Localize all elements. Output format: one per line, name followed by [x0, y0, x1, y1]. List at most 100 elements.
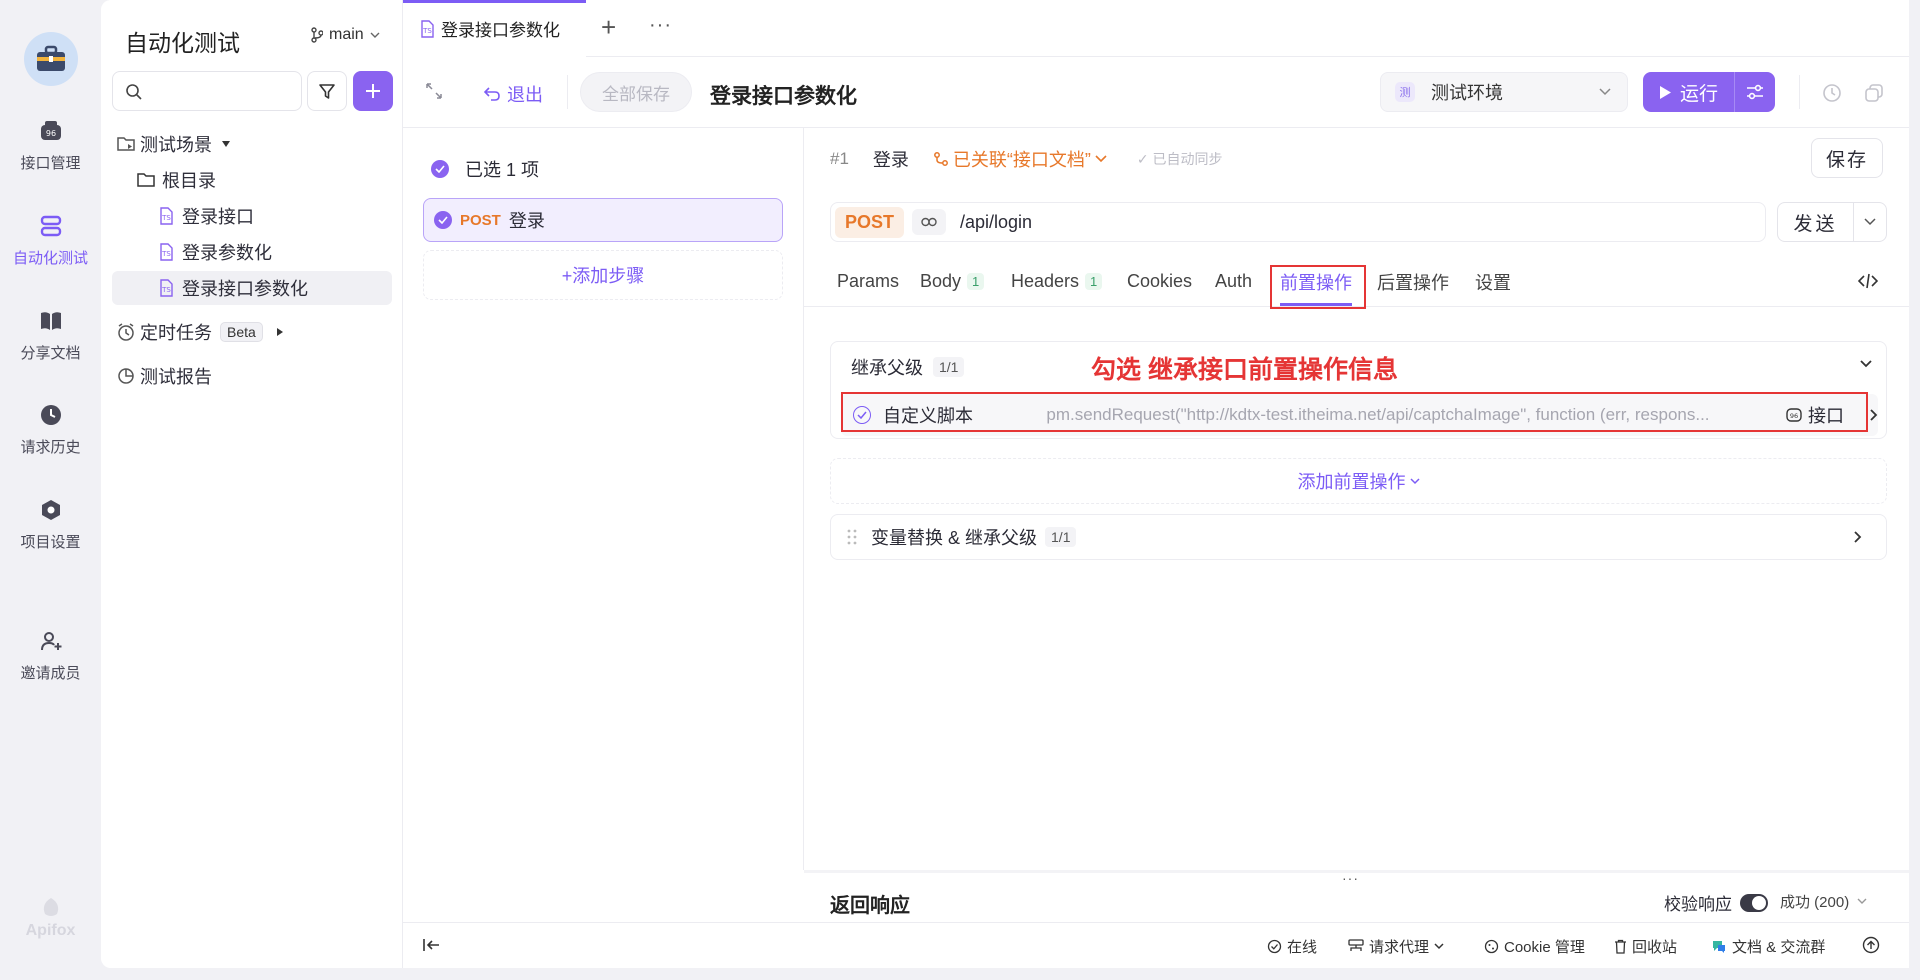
exit-button[interactable]: 退出 [483, 81, 543, 107]
step-name: 登录 [508, 211, 545, 231]
collapse-sidebar-icon[interactable] [423, 938, 441, 952]
environment-select[interactable]: 测 测试环境 [1380, 72, 1628, 112]
save-all-button[interactable]: 全部保存 [580, 72, 692, 112]
tree-node-report[interactable]: 测试报告 [112, 359, 392, 393]
tab-cookies[interactable]: Cookies [1127, 256, 1192, 307]
tree-node-scheduled[interactable]: 定时任务 Beta [112, 315, 392, 349]
exit-label: 退出 [507, 85, 543, 105]
brand-footer: Apifox [0, 896, 101, 940]
expand-icon[interactable] [425, 82, 443, 100]
rail-item-docs[interactable]: 分享文档 [0, 306, 101, 363]
filter-button[interactable] [307, 71, 347, 111]
trash-label: 回收站 [1632, 939, 1678, 956]
branch-selector[interactable]: main [311, 26, 380, 44]
rail-item-settings[interactable]: 项目设置 [0, 495, 101, 552]
inherit-header[interactable]: 继承父级 1/1 [851, 354, 965, 380]
chevron-down-icon [1095, 155, 1107, 163]
tab-label: Auth [1215, 271, 1253, 291]
tab-body[interactable]: Body 1 [920, 256, 985, 307]
new-tab-button[interactable]: + [601, 12, 616, 43]
step-card[interactable]: POST 登录 [423, 198, 783, 242]
variable-replace-section[interactable]: 变量替换 & 继承父级 1/1 [830, 514, 1887, 560]
select-all-row[interactable]: 已选 1 项 [431, 156, 539, 182]
project-logo-icon[interactable] [24, 32, 78, 86]
docs-community[interactable]: 文档 & 交流群 [1711, 936, 1825, 957]
tree-node-scenes[interactable]: 测试场景 [112, 127, 392, 161]
link-icon[interactable] [912, 209, 947, 235]
brand-name: Apifox [25, 922, 76, 939]
scenario-icon: TS [160, 207, 173, 225]
response-status-select[interactable]: 成功 (200) [1780, 891, 1867, 912]
send-options-button[interactable] [1854, 203, 1886, 241]
tab-headers[interactable]: Headers 1 [1011, 256, 1103, 307]
validate-label: 校验响应 [1664, 895, 1732, 914]
proxy-menu[interactable]: 请求代理 [1348, 936, 1444, 957]
method-select[interactable]: POST [835, 206, 905, 238]
chevron-down-icon[interactable] [1860, 360, 1872, 368]
add-step-button[interactable]: +添加步骤 [423, 250, 783, 300]
page-title: 登录接口参数化 [710, 85, 857, 108]
tree-search-input[interactable] [112, 71, 302, 111]
cookie-manager[interactable]: Cookie 管理 [1484, 936, 1585, 957]
tree-node-item[interactable]: TS 登录接口 [112, 199, 392, 233]
rail-item-invite[interactable]: 邀请成员 [0, 626, 101, 683]
resize-handle-icon[interactable]: ··· [1342, 870, 1359, 886]
send-button[interactable]: 发送 [1778, 203, 1854, 241]
add-pre-operation-label: 添加前置操作 [1297, 472, 1406, 492]
trash-icon [1615, 939, 1626, 954]
linked-doc-dropdown[interactable]: 已关联“接口文档” [933, 146, 1107, 172]
steps-panel: 已选 1 项 POST 登录 +添加步骤 [403, 128, 804, 870]
rail-item-api[interactable]: 96 接口管理 [0, 116, 101, 173]
svg-text:TS: TS [161, 286, 171, 294]
tab-post-operations[interactable]: 后置操作 [1377, 256, 1449, 307]
add-button[interactable] [353, 71, 393, 111]
selected-count: 已选 1 项 [465, 160, 540, 180]
url-bar: POST /api/login [830, 202, 1766, 242]
add-pre-operation-button[interactable]: 添加前置操作 [830, 458, 1887, 504]
run-options-button[interactable] [1735, 72, 1775, 112]
response-panel: ··· 返回响应 校验响应 成功 (200) [804, 870, 1909, 922]
url-input[interactable]: /api/login [960, 212, 1032, 233]
filter-icon [319, 84, 335, 99]
checkbox-checked-icon[interactable] [434, 211, 452, 229]
svg-text:TS: TS [161, 214, 171, 222]
search-icon [126, 84, 142, 100]
history-icon[interactable] [1822, 83, 1842, 103]
checkbox-checked-icon [431, 160, 449, 178]
inherit-parent-section: 继承父级 1/1 勾选 继承接口前置操作信息 自定义脚本 pm.sendRequ… [830, 341, 1887, 439]
tab-params[interactable]: Params [837, 256, 899, 307]
var-replace-label: 变量替换 & 继承父级 [871, 528, 1038, 548]
rail-item-history[interactable]: 请求历史 [0, 400, 101, 457]
upload-icon[interactable] [1862, 936, 1880, 954]
play-icon [1659, 85, 1671, 99]
rail-item-automation[interactable]: 自动化测试 [0, 211, 101, 268]
tab-settings[interactable]: 设置 [1475, 256, 1511, 307]
tree-node-item[interactable]: TS 登录参数化 [112, 235, 392, 269]
rail-label: 请求历史 [20, 439, 81, 456]
docs-label: 文档 & 交流群 [1732, 939, 1826, 956]
annotation-text: 勾选 继承接口前置操作信息 [1091, 356, 1398, 384]
tree-label: 登录接口参数化 [182, 279, 308, 299]
branch-icon [311, 27, 323, 43]
save-button[interactable]: 保存 [1811, 138, 1883, 178]
validate-response-toggle[interactable]: 校验响应 [1664, 890, 1768, 915]
tree-node-item-selected[interactable]: TS 登录接口参数化 [112, 271, 392, 305]
link-node-icon [933, 152, 948, 166]
drag-handle-icon[interactable] [847, 529, 857, 545]
tab-more-button[interactable]: ··· [649, 14, 672, 37]
trash-bin[interactable]: 回收站 [1614, 936, 1677, 957]
chevron-down-icon [370, 32, 380, 38]
run-button[interactable]: 运行 [1643, 72, 1735, 112]
tree-node-root[interactable]: 根目录 [112, 163, 392, 197]
copy-icon[interactable] [1864, 83, 1884, 103]
tab-auth[interactable]: Auth [1215, 256, 1252, 307]
send-button-group: 发送 [1777, 202, 1887, 242]
tab-active[interactable]: TS 登录接口参数化 [403, 0, 586, 57]
tab-label: 登录接口参数化 [441, 21, 560, 40]
rail-label: 自动化测试 [12, 250, 88, 267]
toggle-switch[interactable] [1740, 893, 1768, 912]
tree-label: 根目录 [162, 171, 216, 191]
toolbar: 退出 全部保存 登录接口参数化 测 测试环境 运行 [403, 57, 1909, 128]
online-status[interactable]: 在线 [1267, 936, 1317, 957]
code-icon[interactable] [1858, 272, 1878, 290]
